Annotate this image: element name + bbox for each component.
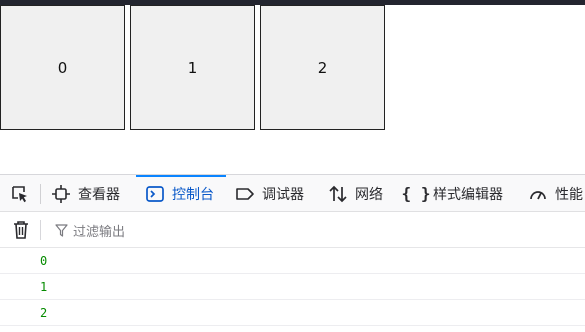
box-0[interactable]: 0 <box>0 5 125 130</box>
tab-inspector[interactable]: 查看器 <box>50 175 120 211</box>
debugger-icon <box>234 184 256 204</box>
tab-label: 查看器 <box>78 186 120 203</box>
tab-label: 控制台 <box>172 186 214 203</box>
tab-label: 性能 <box>555 186 583 203</box>
box-label: 1 <box>187 58 198 77</box>
console-icon <box>144 184 166 204</box>
tab-debugger[interactable]: 调试器 <box>234 175 304 211</box>
tab-console[interactable]: 控制台 <box>136 175 226 211</box>
filter-placeholder: 过滤输出 <box>73 225 126 240</box>
log-message: 0 <box>40 254 48 268</box>
console-log-row: 0 <box>0 248 585 274</box>
devtools-toolbar: 查看器 控制台 调试器 网络 {} 样式编辑器 性能 <box>0 174 585 212</box>
toolbar-separator <box>40 184 41 204</box>
trash-icon[interactable] <box>10 219 32 241</box>
filter-icon <box>54 224 68 238</box>
performance-icon <box>527 184 549 204</box>
tab-style-editor[interactable]: { } 样式编辑器 <box>401 175 503 211</box>
tab-network[interactable]: 网络 <box>327 175 383 211</box>
log-message: 1 <box>40 280 48 294</box>
log-message: 2 <box>40 306 48 320</box>
console-log-row: 1 <box>0 274 585 300</box>
style-editor-icon: { } <box>401 184 431 203</box>
tab-performance[interactable]: 性能 <box>527 175 583 211</box>
box-2[interactable]: 2 <box>260 5 385 130</box>
box-label: 2 <box>317 58 328 77</box>
tab-label: 调试器 <box>262 186 304 203</box>
tab-label: 样式编辑器 <box>433 186 503 203</box>
inspector-icon <box>50 184 72 204</box>
box-label: 0 <box>57 58 68 77</box>
tab-label: 网络 <box>355 186 383 203</box>
element-picker-icon[interactable] <box>6 181 34 207</box>
filter-output-input[interactable]: 过滤输出 <box>54 221 125 240</box>
network-icon <box>327 184 349 204</box>
box-1[interactable]: 1 <box>130 5 255 130</box>
filter-separator <box>40 220 41 240</box>
console-log-row: 2 <box>0 300 585 326</box>
console-filter-bar: 过滤输出 <box>0 212 585 248</box>
devtools-panel: 查看器 控制台 调试器 网络 {} 样式编辑器 性能 过滤输出 0 1 2 <box>0 174 585 332</box>
